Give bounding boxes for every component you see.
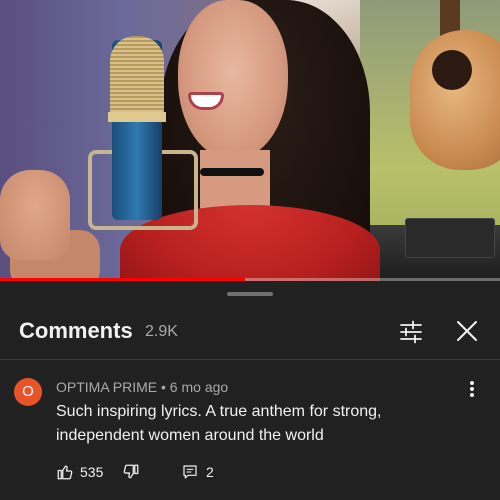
more-vert-icon: [470, 381, 474, 397]
avatar[interactable]: O: [14, 378, 42, 406]
microphone-band: [108, 112, 166, 122]
drag-handle[interactable]: [227, 292, 273, 296]
singer-neck: [200, 150, 270, 210]
comments-title: Comments: [19, 318, 133, 343]
comment-meta: OPTIMA PRIME • 6 mo ago: [56, 379, 229, 395]
singer-face: [178, 0, 288, 160]
comments-header: Comments 2.9K: [0, 311, 500, 357]
reply-icon: [183, 465, 197, 479]
more-options-button[interactable]: [462, 377, 482, 401]
tune-icon: [400, 320, 422, 344]
comments-count: 2.9K: [145, 323, 178, 340]
like-count: 535: [80, 464, 104, 480]
close-icon: [457, 321, 477, 341]
guitar-soundhole: [432, 50, 472, 90]
comment-actions: 535 2: [56, 461, 476, 483]
like-button[interactable]: 535: [56, 461, 103, 483]
thumbs-down-icon: [123, 464, 139, 479]
audio-interface: [405, 218, 495, 258]
singer-hand: [0, 170, 70, 260]
choker-necklace: [200, 168, 264, 176]
dislike-button[interactable]: [122, 461, 142, 483]
header-divider: [0, 359, 500, 360]
comment-item: O OPTIMA PRIME • 6 mo ago Such inspiring…: [0, 373, 500, 493]
thumbs-up-icon: [57, 465, 73, 480]
microphone-grille: [110, 36, 164, 116]
comment-text: Such inspiring lyrics. A true anthem for…: [56, 403, 382, 444]
video-player[interactable]: [0, 0, 500, 281]
filter-button[interactable]: [398, 319, 424, 345]
close-button[interactable]: [454, 318, 480, 344]
reply-button[interactable]: 2: [182, 461, 214, 483]
comments-sheet: Comments 2.9K O OPTIMA PRIME • 6 mo ago …: [0, 281, 500, 500]
reply-count: 2: [206, 464, 214, 480]
